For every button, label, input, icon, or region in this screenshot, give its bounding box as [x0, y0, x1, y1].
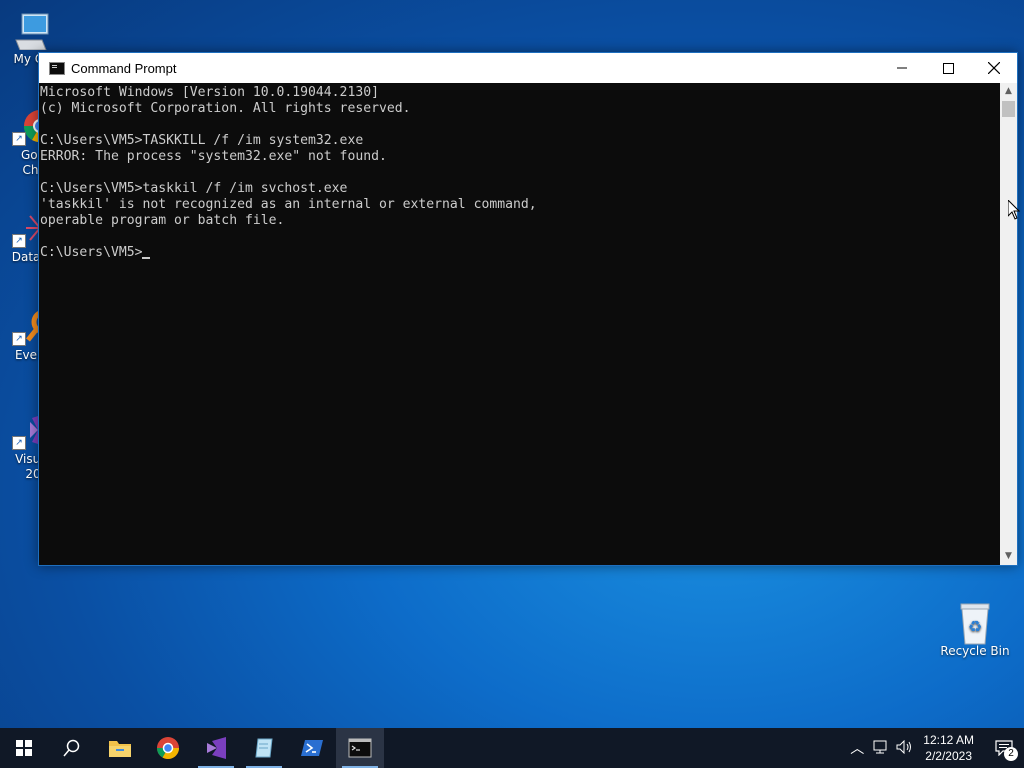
cmd-icon — [348, 738, 372, 758]
desktop-icon-label: Recycle Bin — [940, 644, 1010, 658]
recycle-bin-icon: ♻ — [955, 602, 995, 645]
action-center-button[interactable]: 2 — [984, 728, 1024, 768]
start-button[interactable] — [0, 728, 48, 768]
clock-date: 2/2/2023 — [925, 749, 972, 763]
system-tray: ︿ 12:12 AM 2/2/2023 2 — [845, 728, 1024, 768]
volume-icon[interactable] — [893, 739, 917, 757]
close-icon — [988, 62, 1000, 74]
shortcut-arrow-icon: ↗ — [12, 332, 26, 346]
notepad-icon — [255, 738, 273, 758]
console-line: (c) Microsoft Corporation. All rights re… — [40, 101, 411, 116]
windows-start-icon — [16, 740, 32, 756]
taskbar-command-prompt[interactable] — [336, 728, 384, 768]
svg-text:♻: ♻ — [968, 617, 982, 636]
console-line: ERROR: The process "system32.exe" not fo… — [40, 149, 387, 164]
minimize-button[interactable] — [879, 53, 925, 83]
notification-count-badge: 2 — [1004, 747, 1018, 761]
powershell-icon — [301, 740, 323, 756]
console-line: C:\Users\VM5>TASKKILL /f /im system32.ex… — [40, 133, 364, 148]
search-icon — [63, 739, 80, 757]
clock[interactable]: 12:12 AM 2/2/2023 — [923, 732, 974, 764]
console-prompt: C:\Users\VM5> — [40, 245, 143, 260]
scrollbar-thumb[interactable] — [1002, 101, 1015, 117]
taskbar-search-button[interactable] — [48, 728, 96, 768]
minimize-icon — [897, 67, 907, 69]
vertical-scrollbar[interactable]: ▲ ▼ — [1000, 83, 1017, 565]
taskbar: ︿ 12:12 AM 2/2/2023 2 — [0, 728, 1024, 768]
console-line: 'taskkil' is not recognized as an intern… — [40, 197, 537, 212]
scroll-up-arrow-icon[interactable]: ▲ — [1000, 83, 1017, 100]
console-output[interactable]: Microsoft Windows [Version 10.0.19044.21… — [39, 83, 1000, 565]
command-prompt-window[interactable]: Command Prompt Microsoft Windows [Versio… — [38, 52, 1018, 566]
console-line: Microsoft Windows [Version 10.0.19044.21… — [40, 85, 379, 100]
text-cursor — [142, 257, 151, 259]
close-button[interactable] — [971, 53, 1017, 83]
taskbar-file-explorer[interactable] — [96, 728, 144, 768]
cmd-icon — [49, 61, 65, 75]
mouse-pointer-icon — [1008, 200, 1020, 220]
chevron-up-icon[interactable]: ︿ — [845, 738, 869, 758]
title-bar[interactable]: Command Prompt — [39, 53, 1017, 83]
visual-studio-icon — [207, 737, 226, 759]
window-title: Command Prompt — [71, 60, 177, 76]
taskbar-notepad[interactable] — [240, 728, 288, 768]
clock-time: 12:12 AM — [923, 733, 974, 747]
network-icon[interactable] — [869, 740, 893, 757]
maximize-button[interactable] — [925, 53, 971, 83]
taskbar-powershell[interactable] — [288, 728, 336, 768]
shortcut-arrow-icon: ↗ — [12, 234, 26, 248]
speaker-icon — [896, 739, 912, 754]
desktop-icon-recycle-bin[interactable]: ♻ Recycle Bin — [938, 602, 1012, 659]
taskbar-visual-studio[interactable] — [192, 728, 240, 768]
network-icon — [873, 740, 887, 753]
shortcut-arrow-icon: ↗ — [12, 132, 26, 146]
maximize-icon — [942, 62, 954, 74]
shortcut-arrow-icon: ↗ — [12, 436, 26, 450]
chrome-icon — [157, 737, 179, 759]
console-line: C:\Users\VM5>taskkil /f /im svchost.exe — [40, 181, 348, 196]
computer-icon — [12, 10, 52, 51]
scroll-down-arrow-icon[interactable]: ▼ — [1000, 548, 1017, 565]
taskbar-chrome[interactable] — [144, 728, 192, 768]
console-line: operable program or batch file. — [40, 213, 285, 228]
folder-icon — [109, 741, 131, 757]
